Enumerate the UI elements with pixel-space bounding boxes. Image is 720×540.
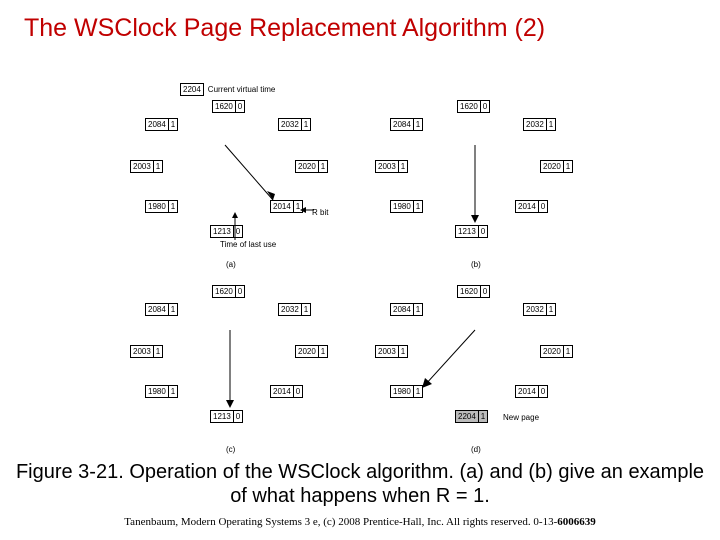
node: 16200 (457, 285, 490, 298)
clock-panel-d: 16200 20321 20201 20140 22041 19801 2003… (375, 285, 580, 455)
time-of-last-use-label: Time of last use (220, 240, 276, 249)
clock-panel-a: 16200 20321 20201 20141 12130 19801 2003… (130, 100, 335, 270)
node: 20031 (130, 345, 163, 358)
node: 16200 (212, 285, 245, 298)
node: 20841 (145, 118, 178, 131)
node: 20321 (278, 303, 311, 316)
cvt-label: Current virtual time (208, 85, 276, 94)
panel-label-a: (a) (226, 260, 236, 269)
node: 20201 (540, 345, 573, 358)
clock-hand-icon (420, 330, 480, 390)
clock-hand-icon (225, 330, 245, 408)
cvt-value: 2204 (180, 83, 204, 96)
clock-panel-b: 16200 20321 20201 20140 12130 19801 2003… (375, 100, 580, 270)
node: 20031 (130, 160, 163, 173)
r-bit-label: R bit (312, 208, 328, 217)
node: 16200 (457, 100, 490, 113)
node: 19801 (145, 200, 178, 213)
panel-label-d: (d) (471, 445, 481, 454)
panel-label-c: (c) (226, 445, 235, 454)
copyright-credit: Tanenbaum, Modern Operating Systems 3 e,… (10, 516, 710, 528)
node: 20201 (540, 160, 573, 173)
node: 20201 (295, 160, 328, 173)
node: 19801 (145, 385, 178, 398)
node: 20321 (523, 118, 556, 131)
node: 20841 (145, 303, 178, 316)
node: 19801 (390, 200, 423, 213)
panel-label-b: (b) (471, 260, 481, 269)
annotation-arrow-icon (230, 212, 240, 240)
node: 20321 (278, 118, 311, 131)
node: 20201 (295, 345, 328, 358)
node: 20140 (515, 385, 548, 398)
node: 20140 (270, 385, 303, 398)
figure-caption: Figure 3-21. Operation of the WSClock al… (10, 460, 710, 508)
current-virtual-time: 2204 Current virtual time (180, 83, 275, 96)
credit-text: Tanenbaum, Modern Operating Systems 3 e,… (124, 516, 557, 528)
figure-area: 2204 Current virtual time 16200 20321 20… (120, 75, 600, 455)
node-new-page: 22041 (455, 410, 488, 423)
node: 20031 (375, 160, 408, 173)
clock-hand-icon (470, 145, 490, 223)
slide-title: The WSClock Page Replacement Algorithm (… (24, 14, 696, 43)
new-page-label: New page (503, 413, 539, 422)
node: 20841 (390, 303, 423, 316)
annotation-arrow-icon (300, 206, 314, 214)
node: 20841 (390, 118, 423, 131)
node: 20031 (375, 345, 408, 358)
clock-panel-c: 16200 20321 20201 20140 12130 19801 2003… (130, 285, 335, 455)
node: 20140 (515, 200, 548, 213)
node: 12130 (455, 225, 488, 238)
node: 20321 (523, 303, 556, 316)
node: 16200 (212, 100, 245, 113)
credit-isbn: 6006639 (557, 516, 596, 528)
node: 19801 (390, 385, 423, 398)
clock-hand-icon (225, 145, 285, 205)
node: 12130 (210, 410, 243, 423)
